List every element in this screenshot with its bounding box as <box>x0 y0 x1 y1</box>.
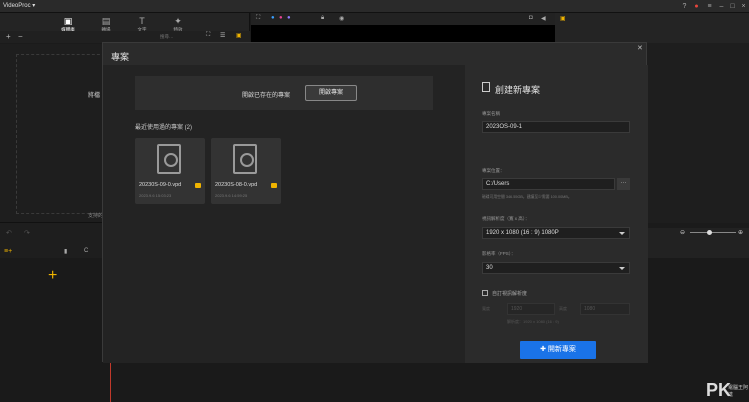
project-name-label: 專案名稱 <box>482 111 500 116</box>
resolution-value: 1920 x 1080 (16 : 9) 1080P <box>486 230 559 236</box>
folder-icon[interactable] <box>271 183 277 188</box>
resolution-label: 視訊解析度（寬 x 高）： <box>482 216 530 221</box>
playhead[interactable] <box>110 360 111 402</box>
close-icon[interactable]: × <box>739 2 748 11</box>
new-project-pane: 創建新專案 專案名稱 2023OS-09-1 專案位置： C:/Users ··… <box>465 65 648 363</box>
project-location-input[interactable]: C:/Users <box>482 178 615 190</box>
disk-space-info: 磁碟可用空間 346.55GB，建議至少需要 100.00MB。 <box>482 195 572 199</box>
chevron-down-icon <box>619 267 625 270</box>
title-bar: VideoProc ▾ ? ● ≡ – □ × <box>0 0 749 13</box>
remove-icon[interactable]: − <box>18 32 23 41</box>
color-dot-icon[interactable]: ● <box>279 15 283 21</box>
open-existing-label: 開啟已存在的專案 <box>242 93 291 99</box>
maximize-icon[interactable]: □ <box>728 2 737 11</box>
recent-projects-title: 最近使用過的專案 (2) <box>135 125 193 131</box>
project-date: 2023.9.6 15:03:23 <box>139 193 172 198</box>
fps-select[interactable]: 30 <box>482 262 630 274</box>
zoom-out-icon[interactable]: ⊖ <box>680 229 685 236</box>
notification-icon[interactable]: ● <box>692 2 701 11</box>
lock-icon[interactable]: 🔒︎ <box>321 15 324 22</box>
fps-value: 30 <box>486 265 493 271</box>
inspector-header: ▣ <box>555 13 749 43</box>
list-view-icon[interactable]: ☰ <box>220 32 225 39</box>
media-hint-2: 支持的 <box>88 213 104 219</box>
media-library <box>0 44 110 222</box>
custom-resolution-label: 自訂視訊解析度 <box>492 291 528 297</box>
add-track-icon[interactable]: ≡+ <box>4 248 12 255</box>
media-drop-zone[interactable] <box>16 54 110 214</box>
add-media-icon[interactable]: + <box>48 268 57 284</box>
color-dot-icon[interactable]: ● <box>287 15 291 21</box>
browse-button[interactable]: ··· <box>617 178 630 190</box>
menu-icon[interactable]: ≡ <box>705 2 714 11</box>
zoom-handle[interactable] <box>707 230 712 235</box>
custom-width-input: 1920 <box>507 303 555 315</box>
project-name-input[interactable]: 2023OS-09-1 <box>482 121 630 133</box>
open-project-button[interactable]: 開啟專案 <box>305 85 357 101</box>
project-dialog: 專案 ✕ 開啟已存在的專案 開啟專案 最近使用過的專案 (2) 20230S-0… <box>102 42 648 363</box>
custom-resolution-checkbox[interactable] <box>482 290 488 296</box>
project-file-icon <box>157 144 181 174</box>
project-date: 2023.9.6 14:59:25 <box>215 193 248 198</box>
project-file-icon <box>233 144 257 174</box>
create-project-button[interactable]: ✚ 開新專案 <box>520 341 596 359</box>
transition-icon: ▤ <box>101 16 111 26</box>
watermark-text: 電腦王阿達 <box>728 385 749 398</box>
add-icon[interactable]: + <box>6 32 11 41</box>
project-name: 20230S-09-0.vpd <box>139 182 182 188</box>
open-project-pane: 開啟已存在的專案 開啟專案 最近使用過的專案 (2) 20230S-09-0.v… <box>103 65 465 363</box>
app-title[interactable]: VideoProc ▾ <box>3 2 35 9</box>
volume-icon[interactable]: ◀ <box>541 15 546 22</box>
help-icon[interactable]: ? <box>680 2 689 11</box>
zoom-in-icon[interactable]: ⊕ <box>738 229 743 236</box>
text-icon: T <box>139 16 145 26</box>
inspector-icon[interactable]: ▣ <box>560 15 566 22</box>
recent-project-card[interactable]: 20230S-09-0.vpd 2023.9.6 15:03:23 <box>135 138 205 204</box>
camera-icon[interactable]: ◘ <box>529 15 533 21</box>
redo-icon[interactable]: ↷ <box>24 229 30 237</box>
new-project-icon <box>482 82 490 92</box>
zoom-slider[interactable] <box>690 232 736 233</box>
grid-view-icon[interactable]: ⛶ <box>206 32 210 39</box>
preview-canvas[interactable] <box>251 25 555 42</box>
search-input[interactable]: 搜尋… <box>160 34 174 40</box>
custom-ratio-info: 解析度：1920 x 1080 (16 : 9) <box>507 319 559 324</box>
chevron-down-icon <box>619 232 625 235</box>
media-icon: ▣ <box>63 16 73 26</box>
custom-width-label: 寬度 <box>482 306 490 311</box>
custom-height-input: 1080 <box>580 303 630 315</box>
link-icon[interactable]: C <box>84 248 88 254</box>
new-project-title: 創建新專案 <box>495 85 541 95</box>
lock-icon[interactable]: ▮ <box>64 248 67 255</box>
effects-icon: ✦ <box>174 16 182 26</box>
minimize-icon[interactable]: – <box>717 2 726 11</box>
close-icon[interactable]: ✕ <box>637 44 643 52</box>
safe-area-icon[interactable]: ⛶ <box>256 15 260 22</box>
open-project-zone[interactable]: 開啟已存在的專案 開啟專案 <box>135 76 433 110</box>
panel-icon[interactable]: ▣ <box>236 32 242 39</box>
timeline-toolbar: ↶ ↷ ≡+ ▮ C <box>0 222 110 258</box>
media-hint: 將檔 <box>88 93 101 99</box>
eye-icon[interactable]: ◉ <box>339 15 344 22</box>
fps-label: 影格率（FPS）： <box>482 251 516 256</box>
resolution-select[interactable]: 1920 x 1080 (16 : 9) 1080P <box>482 227 630 239</box>
undo-icon[interactable]: ↶ <box>6 229 12 237</box>
custom-height-label: 高度 <box>559 306 567 311</box>
folder-icon[interactable] <box>195 183 201 188</box>
color-dot-icon[interactable]: ● <box>271 15 275 21</box>
dialog-title: 專案 <box>111 52 130 62</box>
preview-toolbar: ⛶ ● ● ● 🔒︎ ◉ ◘ ◀ <box>251 13 555 25</box>
recent-project-card[interactable]: 20230S-08-0.vpd 2023.9.6 14:59:25 <box>211 138 281 204</box>
project-name: 20230S-08-0.vpd <box>215 182 258 188</box>
project-location-label: 專案位置： <box>482 168 505 173</box>
